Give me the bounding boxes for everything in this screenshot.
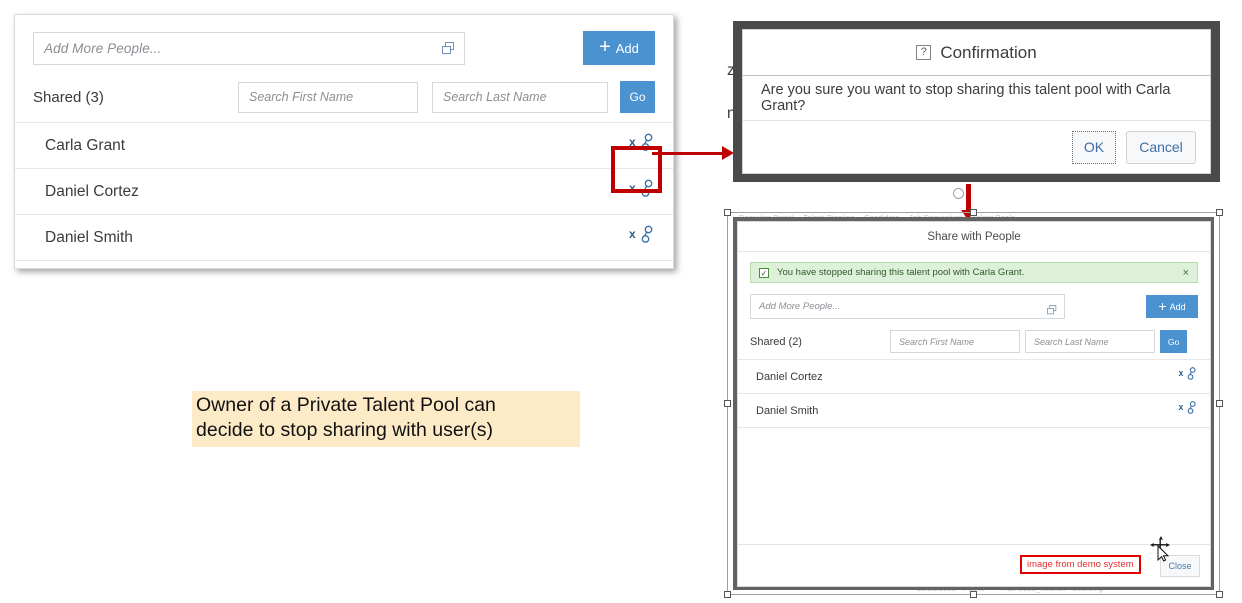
add-people-row: Add More People... + Add	[738, 283, 1210, 323]
share-with-people-dialog: Share with People ✓ You have stopped sha…	[737, 221, 1211, 587]
table-row[interactable]: Daniel Cortez x	[738, 360, 1210, 394]
confirmation-dialog: ? Confirmation Are you sure you want to …	[742, 29, 1211, 174]
person-name: Daniel Smith	[45, 228, 133, 246]
person-name: Daniel Cortez	[756, 370, 823, 383]
add-button-label: Add	[615, 40, 639, 56]
success-alert: ✓ You have stopped sharing this talent p…	[750, 262, 1198, 283]
resize-handle-bottom-center[interactable]	[970, 591, 977, 598]
unshare-icon[interactable]: x	[629, 178, 655, 205]
search-last-name-placeholder: Search Last Name	[443, 90, 547, 104]
copy-icon[interactable]	[442, 41, 455, 60]
annotation-callout: Owner of a Private Talent Pool can decid…	[192, 391, 580, 447]
close-icon[interactable]: ×	[1183, 267, 1189, 279]
search-first-name-placeholder: Search First Name	[899, 336, 975, 347]
search-last-name-input[interactable]: Search Last Name	[1025, 330, 1155, 353]
question-mark-icon: ?	[916, 45, 932, 60]
annotation-line-1: Owner of a Private Talent Pool can	[196, 394, 496, 416]
ok-button[interactable]: OK	[1072, 130, 1116, 164]
dialog-empty-space	[738, 428, 1210, 544]
svg-text:x: x	[1179, 368, 1184, 378]
resize-handle-top-center[interactable]	[970, 209, 977, 216]
plus-icon: +	[1158, 297, 1167, 314]
add-button[interactable]: + Add	[583, 31, 655, 65]
screenshot-root: Add More People... + Add Shared (3) Sear…	[0, 0, 1242, 603]
share-dialog-footer: image from demo system Close	[738, 544, 1210, 586]
go-button[interactable]: Go	[620, 81, 655, 113]
share-with-people-panel: Add More People... + Add Shared (3) Sear…	[14, 14, 674, 269]
add-more-people-placeholder: Add More People...	[44, 40, 162, 56]
unshare-icon[interactable]: x	[1178, 366, 1198, 387]
share-dialog-frame: Share with People ✓ You have stopped sha…	[733, 217, 1214, 590]
resize-handle-middle-right[interactable]	[1216, 400, 1223, 407]
resize-handle-top-left[interactable]	[724, 209, 731, 216]
person-name: Carla Grant	[45, 136, 126, 154]
share-dialog-selection: Recruiter Portal Talent Pipeline Candida…	[724, 209, 1223, 598]
table-row[interactable]: Daniel Smith x	[15, 215, 673, 261]
table-row[interactable]: Daniel Smith x	[738, 394, 1210, 428]
unshare-icon[interactable]: x	[629, 224, 655, 251]
confirmation-dialog-frame: ? Confirmation Are you sure you want to …	[733, 21, 1220, 182]
success-alert-message: You have stopped sharing this talent poo…	[777, 267, 1025, 278]
svg-text:x: x	[629, 227, 636, 241]
share-dialog-title: Share with People	[738, 222, 1210, 252]
person-name: Daniel Smith	[756, 404, 819, 417]
add-button-label: Add	[1169, 301, 1186, 312]
resize-handle-bottom-right[interactable]	[1216, 591, 1223, 598]
confirmation-footer: OK Cancel	[743, 121, 1210, 173]
table-row[interactable]: Carla Grant x	[15, 123, 673, 169]
resize-handle-top-right[interactable]	[1216, 209, 1223, 216]
unshare-icon[interactable]: x	[1178, 400, 1198, 421]
cancel-button[interactable]: Cancel	[1126, 130, 1196, 164]
search-first-name-input[interactable]: Search First Name	[890, 330, 1020, 353]
demo-system-tag: image from demo system	[1020, 555, 1141, 574]
search-first-name-placeholder: Search First Name	[249, 90, 354, 104]
confirmation-message: Are you sure you want to stop sharing th…	[743, 76, 1210, 121]
add-button[interactable]: + Add	[1146, 295, 1198, 318]
mouse-cursor-icon	[1150, 536, 1172, 567]
add-more-people-input[interactable]: Add More People...	[750, 294, 1065, 319]
svg-text:x: x	[1179, 402, 1184, 412]
search-last-name-input[interactable]: Search Last Name	[432, 81, 608, 113]
shared-count-label: Shared (3)	[33, 88, 104, 106]
annotation-line-2: decide to stop sharing with user(s)	[196, 419, 493, 441]
resize-handle-middle-left[interactable]	[724, 400, 731, 407]
resize-handle-bottom-left[interactable]	[724, 591, 731, 598]
add-people-row: Add More People... + Add	[15, 15, 673, 71]
shared-header-row: Shared (3) Search First Name Search Last…	[15, 71, 673, 123]
checkbox-checked-icon: ✓	[759, 267, 769, 278]
svg-text:x: x	[629, 135, 636, 149]
search-first-name-input[interactable]: Search First Name	[238, 81, 418, 113]
table-row[interactable]: Daniel Cortez x	[15, 169, 673, 215]
go-button[interactable]: Go	[1160, 330, 1187, 353]
add-more-people-placeholder: Add More People...	[759, 301, 841, 312]
search-last-name-placeholder: Search Last Name	[1034, 336, 1109, 347]
plus-icon: +	[599, 36, 611, 58]
rotation-handle[interactable]	[953, 188, 964, 199]
shared-count-label: Shared (2)	[750, 335, 802, 348]
person-name: Daniel Cortez	[45, 182, 139, 200]
copy-icon[interactable]	[1047, 302, 1057, 320]
confirmation-title-bar: ? Confirmation	[743, 30, 1210, 76]
shared-header-row: Shared (2) Search First Name Search Last…	[738, 323, 1210, 360]
add-more-people-input[interactable]: Add More People...	[33, 31, 465, 65]
arrow-to-confirmation	[652, 152, 724, 155]
svg-text:x: x	[629, 181, 636, 195]
confirmation-title: Confirmation	[940, 42, 1037, 62]
